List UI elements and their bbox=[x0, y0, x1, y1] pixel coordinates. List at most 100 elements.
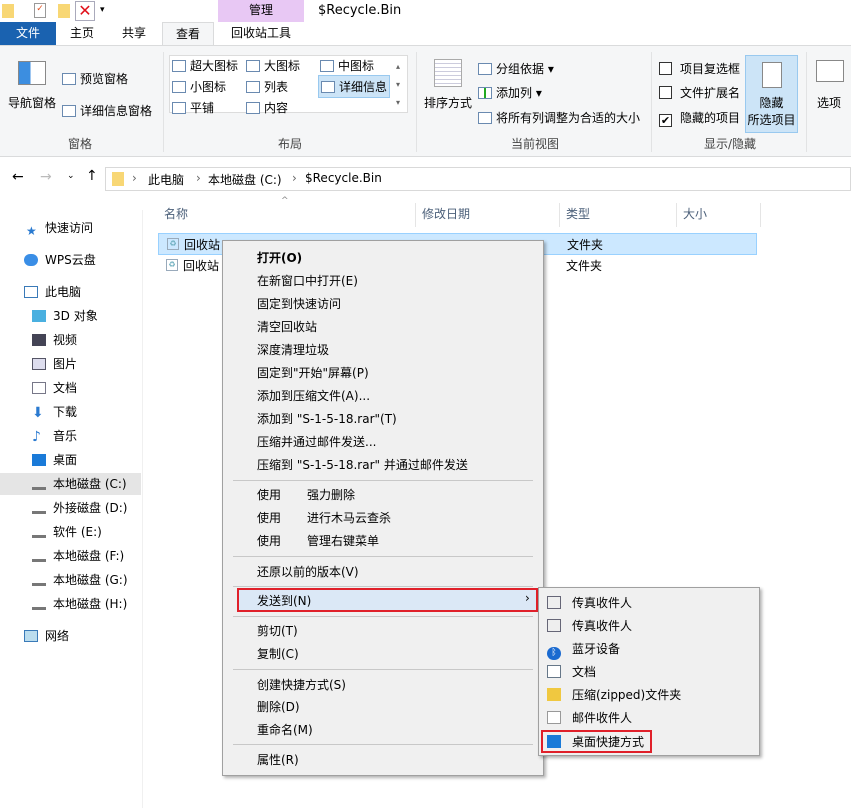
group-by-button[interactable]: 分组依据 ▾ bbox=[478, 60, 554, 77]
sidebar-item-network[interactable]: 网络 bbox=[0, 625, 141, 647]
submenu-item-mail[interactable]: 邮件收件人 bbox=[547, 707, 632, 729]
sidebar-item-drive-c[interactable]: 本地磁盘 (C:) bbox=[0, 473, 141, 495]
sidebar-item-pictures[interactable]: 图片 bbox=[0, 353, 141, 375]
ribbon: 导航窗格 预览窗格 详细信息窗格 窗格 超大图标 大图标 中图标 小图标 列表 … bbox=[0, 45, 851, 157]
gallery-scroll[interactable]: ▴▾▾ bbox=[396, 58, 400, 112]
sidebar-item-videos[interactable]: 视频 bbox=[0, 329, 141, 351]
menu-item-open[interactable]: 打开(O) bbox=[257, 247, 302, 269]
recent-locations-icon[interactable]: ⌄ bbox=[67, 171, 75, 181]
sidebar-item-wps-cloud[interactable]: WPS云盘 bbox=[0, 249, 141, 271]
layout-large[interactable]: 大图标 bbox=[246, 57, 300, 74]
layout-list[interactable]: 列表 bbox=[246, 78, 288, 95]
layout-tiles[interactable]: 平铺 bbox=[172, 99, 214, 116]
menu-item[interactable]: 清空回收站 bbox=[257, 316, 317, 338]
column-header-size[interactable]: 大小 bbox=[677, 203, 761, 227]
submenu-item-bluetooth[interactable]: ᛒ蓝牙设备 bbox=[547, 638, 620, 660]
list-icon bbox=[246, 81, 260, 93]
menu-item-virus-scan[interactable]: 使用进行木马云查杀 bbox=[257, 507, 281, 529]
delete-icon[interactable]: ✕ bbox=[75, 1, 95, 21]
details-icon bbox=[321, 81, 335, 93]
size-columns-button[interactable]: 将所有列调整为合适的大小 bbox=[478, 109, 640, 126]
menu-item[interactable]: 添加到压缩文件(A)... bbox=[257, 385, 370, 407]
tab-home[interactable]: 主页 bbox=[60, 22, 104, 45]
new-folder-icon[interactable] bbox=[58, 4, 70, 18]
address-bar[interactable]: › 此电脑 › 本地磁盘 (C:) › $Recycle.Bin bbox=[105, 167, 851, 191]
menu-item[interactable]: 固定到快速访问 bbox=[257, 293, 341, 315]
breadcrumb-recycle-bin[interactable]: $Recycle.Bin bbox=[305, 171, 382, 185]
column-header-type[interactable]: 类型 bbox=[560, 203, 677, 227]
label: 本地磁盘 (H:) bbox=[53, 593, 127, 615]
menu-item[interactable]: 深度清理垃圾 bbox=[257, 339, 329, 361]
layout-content[interactable]: 内容 bbox=[246, 99, 288, 116]
options-button[interactable]: 选项 bbox=[817, 94, 841, 111]
menu-item-force-delete[interactable]: 使用强力删除 bbox=[257, 484, 281, 506]
video-icon bbox=[32, 334, 46, 346]
menu-item-restore-versions[interactable]: 还原以前的版本(V) bbox=[257, 561, 359, 583]
layout-small[interactable]: 小图标 bbox=[172, 78, 226, 95]
sidebar-item-desktop[interactable]: 桌面 bbox=[0, 449, 141, 471]
submenu-item-fax[interactable]: 传真收件人 bbox=[547, 615, 632, 637]
file-extensions-toggle[interactable]: 文件扩展名 bbox=[659, 84, 740, 101]
tab-recycle-bin-tools[interactable]: 回收站工具 bbox=[218, 22, 304, 45]
sidebar-item-drive-f[interactable]: 本地磁盘 (F:) bbox=[0, 545, 141, 567]
menu-item[interactable]: 在新窗口中打开(E) bbox=[257, 270, 358, 292]
sidebar-item-this-pc[interactable]: 此电脑 bbox=[0, 281, 141, 303]
checkbox[interactable] bbox=[659, 86, 672, 99]
properties-icon[interactable]: ✓ bbox=[34, 3, 46, 18]
sidebar-item-drive-h[interactable]: 本地磁盘 (H:) bbox=[0, 593, 141, 615]
back-icon[interactable]: ← bbox=[12, 169, 24, 185]
label: 项目复选框 bbox=[680, 62, 740, 76]
customize-qat-icon[interactable]: ▾ bbox=[100, 5, 105, 15]
breadcrumb-this-pc[interactable]: 此电脑 bbox=[148, 171, 184, 188]
submenu-item-documents[interactable]: 文档 bbox=[547, 661, 596, 683]
tab-view[interactable]: 查看 bbox=[162, 22, 214, 46]
hidden-items-toggle[interactable]: ✔隐藏的项目 bbox=[659, 109, 740, 127]
label: 详细信息窗格 bbox=[80, 104, 152, 118]
menu-item[interactable]: 添加到 "S-1-5-18.rar"(T) bbox=[257, 408, 397, 430]
folder-icon[interactable] bbox=[2, 4, 14, 18]
menu-item[interactable]: 压缩并通过邮件发送... bbox=[257, 431, 376, 453]
up-icon[interactable]: ↑ bbox=[86, 168, 98, 184]
label: 超大图标 bbox=[190, 59, 238, 73]
menu-item-delete[interactable]: 删除(D) bbox=[257, 696, 300, 718]
item-checkboxes-toggle[interactable]: 项目复选框 bbox=[659, 60, 740, 77]
hide-selected-items-button[interactable]: 隐藏 所选项目 bbox=[745, 55, 798, 133]
menu-item-properties[interactable]: 属性(R) bbox=[257, 749, 299, 771]
forward-icon[interactable]: → bbox=[40, 169, 52, 185]
submenu-item-zip[interactable]: 压缩(zipped)文件夹 bbox=[547, 684, 681, 706]
menu-item-cut[interactable]: 剪切(T) bbox=[257, 620, 298, 642]
label: 列表 bbox=[264, 80, 288, 94]
sidebar-item-drive-g[interactable]: 本地磁盘 (G:) bbox=[0, 569, 141, 591]
details-pane-button[interactable]: 详细信息窗格 bbox=[62, 102, 152, 119]
navigation-pane-button[interactable]: 导航窗格 bbox=[8, 94, 56, 111]
sidebar-item-3d[interactable]: 3D 对象 bbox=[0, 305, 141, 327]
menu-item-copy[interactable]: 复制(C) bbox=[257, 643, 299, 665]
preview-pane-button[interactable]: 预览窗格 bbox=[62, 70, 128, 87]
tab-share[interactable]: 共享 bbox=[112, 22, 156, 45]
column-header-date[interactable]: 修改日期 bbox=[416, 203, 560, 227]
sidebar-item-drive-e[interactable]: 软件 (E:) bbox=[0, 521, 141, 543]
checkbox[interactable] bbox=[659, 62, 672, 75]
sidebar-item-music[interactable]: ♪音乐 bbox=[0, 425, 141, 447]
menu-item-create-shortcut[interactable]: 创建快捷方式(S) bbox=[257, 674, 346, 696]
checkbox-checked[interactable]: ✔ bbox=[659, 114, 672, 127]
sidebar-item-downloads[interactable]: ⬇下载 bbox=[0, 401, 141, 423]
add-columns-button[interactable]: 添加列 ▾ bbox=[478, 84, 542, 101]
sort-by-button[interactable]: 排序方式 bbox=[424, 94, 472, 111]
menu-item[interactable]: 压缩到 "S-1-5-18.rar" 并通过邮件发送 bbox=[257, 454, 468, 476]
menu-item-rename[interactable]: 重命名(M) bbox=[257, 719, 313, 741]
menu-item[interactable]: 固定到"开始"屏幕(P) bbox=[257, 362, 369, 384]
breadcrumb-c-drive[interactable]: 本地磁盘 (C:) bbox=[208, 171, 282, 188]
highlight-box bbox=[237, 588, 538, 612]
column-header-name[interactable]: 名称 bbox=[158, 203, 416, 227]
sidebar-item-documents[interactable]: 文档 bbox=[0, 377, 141, 399]
tab-file[interactable]: 文件 bbox=[0, 22, 56, 45]
submenu-item-fax[interactable]: 传真收件人 bbox=[547, 592, 632, 614]
layout-extra-large[interactable]: 超大图标 bbox=[172, 57, 238, 74]
sidebar-item-quick-access[interactable]: ★快速访问 bbox=[0, 217, 141, 239]
sidebar-item-drive-d[interactable]: 外接磁盘 (D:) bbox=[0, 497, 141, 519]
label: 预览窗格 bbox=[80, 72, 128, 86]
layout-details[interactable]: 详细信息 bbox=[318, 75, 390, 98]
layout-medium[interactable]: 中图标 bbox=[320, 57, 374, 74]
menu-item-manage-menu[interactable]: 使用管理右键菜单 bbox=[257, 530, 281, 552]
